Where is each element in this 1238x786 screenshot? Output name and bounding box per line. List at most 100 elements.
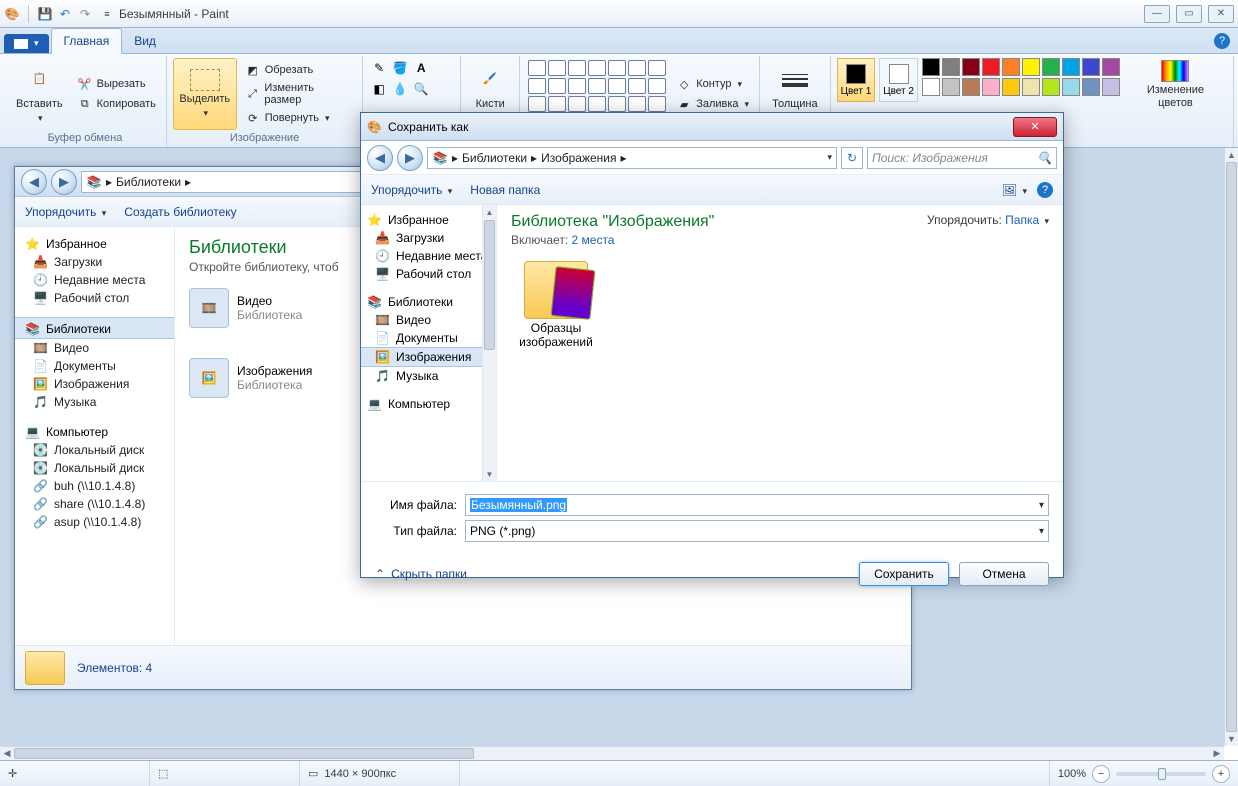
- help-icon[interactable]: ?: [1037, 182, 1053, 198]
- color-swatch[interactable]: [1042, 58, 1060, 76]
- pencil-icon[interactable]: ✎: [371, 60, 387, 76]
- color-swatch[interactable]: [922, 58, 940, 76]
- nav-computer[interactable]: 💻Компьютер: [361, 393, 496, 413]
- search-input[interactable]: Поиск: Изображения 🔍: [867, 147, 1057, 169]
- close-button[interactable]: ✕: [1208, 5, 1234, 23]
- nav-item[interactable]: 🕘Недавние места: [361, 247, 496, 265]
- edit-colors-button[interactable]: Изменение цветов: [1124, 58, 1227, 112]
- help-icon[interactable]: ?: [1214, 33, 1230, 49]
- picker-icon[interactable]: 💧: [392, 81, 408, 97]
- tab-view[interactable]: Вид: [122, 29, 168, 53]
- color-swatch[interactable]: [1002, 58, 1020, 76]
- nav-favorites[interactable]: ⭐Избранное: [15, 233, 174, 253]
- zoom-slider[interactable]: [1116, 772, 1206, 776]
- nav-back-button[interactable]: ◀: [21, 169, 47, 195]
- chevron-down-icon[interactable]: ▾: [1039, 500, 1044, 511]
- nav-item[interactable]: 🎞️Видео: [361, 311, 496, 329]
- color-swatch[interactable]: [1002, 78, 1020, 96]
- scroll-up-icon[interactable]: ▲: [1225, 148, 1238, 162]
- folder-item[interactable]: Образцы изображений: [511, 261, 601, 349]
- scroll-down-icon[interactable]: ▼: [1225, 732, 1238, 746]
- nav-forward-button[interactable]: ▶: [51, 169, 77, 195]
- nav-computer[interactable]: 💻Компьютер: [15, 421, 174, 441]
- fill-icon[interactable]: 🪣: [392, 60, 408, 76]
- cut-button[interactable]: ✂️Вырезать: [73, 75, 160, 93]
- color-swatch[interactable]: [982, 58, 1000, 76]
- copy-button[interactable]: ⧉Копировать: [73, 95, 160, 113]
- zoom-thumb[interactable]: [1158, 768, 1166, 780]
- dialog-breadcrumb[interactable]: 📚 ▸ Библиотеки ▸ Изображения ▸ ▾: [427, 147, 837, 169]
- color-swatch[interactable]: [1022, 78, 1040, 96]
- color1-button[interactable]: Цвет 1: [837, 58, 876, 102]
- qat-dropdown-icon[interactable]: ≡: [99, 6, 115, 22]
- nav-libraries[interactable]: 📚Библиотеки: [15, 317, 174, 339]
- file-tab[interactable]: ▾: [4, 34, 49, 53]
- nav-item[interactable]: 💽Локальный диск: [15, 459, 174, 477]
- includes-link[interactable]: 2 места: [572, 233, 615, 247]
- horizontal-scrollbar[interactable]: ◀ ▶: [0, 746, 1224, 760]
- tab-main[interactable]: Главная: [51, 28, 123, 54]
- sort-control[interactable]: Упорядочить: Папка ▾: [927, 213, 1049, 227]
- dialog-close-button[interactable]: ✕: [1013, 117, 1057, 137]
- cancel-button[interactable]: Отмена: [959, 562, 1049, 586]
- undo-icon[interactable]: ↶: [57, 6, 73, 22]
- nav-item[interactable]: 🎵Музыка: [15, 393, 174, 411]
- text-icon[interactable]: A: [413, 60, 429, 76]
- nav-item[interactable]: 📄Документы: [361, 329, 496, 347]
- color-swatch[interactable]: [962, 78, 980, 96]
- nav-item[interactable]: 🎵Музыка: [361, 367, 496, 385]
- chevron-down-icon[interactable]: ▾: [1039, 526, 1044, 537]
- scroll-left-icon[interactable]: ◀: [0, 747, 14, 760]
- color-swatch[interactable]: [942, 58, 960, 76]
- fill-shape-button[interactable]: ▰Заливка▾: [672, 95, 753, 113]
- color-swatch[interactable]: [1062, 58, 1080, 76]
- scroll-down-icon[interactable]: ▼: [483, 467, 496, 481]
- rotate-button[interactable]: ⟳Повернуть▾: [241, 109, 357, 127]
- redo-icon[interactable]: ↷: [77, 6, 93, 22]
- outline-button[interactable]: ◇Контур▾: [672, 75, 753, 93]
- zoom-out-button[interactable]: −: [1092, 765, 1110, 783]
- color-swatch[interactable]: [1062, 78, 1080, 96]
- color-swatch[interactable]: [1082, 58, 1100, 76]
- nav-item[interactable]: 🕘Недавние места: [15, 271, 174, 289]
- nav-item[interactable]: 💽Локальный диск: [15, 441, 174, 459]
- save-button[interactable]: Сохранить: [859, 562, 949, 586]
- color-swatch[interactable]: [1082, 78, 1100, 96]
- eraser-icon[interactable]: ◧: [371, 81, 387, 97]
- color-swatch[interactable]: [982, 78, 1000, 96]
- vertical-scrollbar[interactable]: ▲ ▼: [1224, 148, 1238, 746]
- color-swatch[interactable]: [1022, 58, 1040, 76]
- refresh-button[interactable]: ↻: [841, 147, 863, 169]
- new-folder-button[interactable]: Новая папка: [470, 183, 540, 197]
- nav-item[interactable]: 🔗asup (\\10.1.4.8): [15, 513, 174, 531]
- color-swatch[interactable]: [1102, 78, 1120, 96]
- nav-item[interactable]: 🖼️Изображения: [15, 375, 174, 393]
- nav-item[interactable]: 📥Загрузки: [15, 253, 174, 271]
- color-swatch[interactable]: [922, 78, 940, 96]
- organize-menu[interactable]: Упорядочить ▾: [25, 205, 106, 219]
- color-swatch[interactable]: [962, 58, 980, 76]
- zoom-in-button[interactable]: +: [1212, 765, 1230, 783]
- filename-input[interactable]: Безымянный.png ▾: [465, 494, 1049, 516]
- scroll-thumb[interactable]: [484, 220, 495, 350]
- color-swatch[interactable]: [1042, 78, 1060, 96]
- nav-libraries[interactable]: 📚Библиотеки: [361, 291, 496, 311]
- view-menu[interactable]: 🖼 ▾: [1002, 183, 1027, 197]
- color-swatch[interactable]: [942, 78, 960, 96]
- minimize-button[interactable]: —: [1144, 5, 1170, 23]
- resize-button[interactable]: ⤢Изменить размер: [241, 81, 357, 107]
- save-icon[interactable]: 💾: [37, 6, 53, 22]
- nav-item[interactable]: 🎞️Видео: [15, 339, 174, 357]
- nav-item[interactable]: 📥Загрузки: [361, 229, 496, 247]
- nav-item[interactable]: 📄Документы: [15, 357, 174, 375]
- organize-menu[interactable]: Упорядочить ▾: [371, 183, 452, 197]
- color2-button[interactable]: Цвет 2: [879, 58, 918, 102]
- scroll-up-icon[interactable]: ▲: [483, 205, 496, 219]
- paste-button[interactable]: 📋 Вставить ▾: [10, 58, 69, 130]
- scroll-thumb[interactable]: [1226, 162, 1237, 732]
- nav-scrollbar[interactable]: ▲ ▼: [482, 205, 496, 481]
- nav-item[interactable]: 🖥️Рабочий стол: [15, 289, 174, 307]
- maximize-button[interactable]: ▭: [1176, 5, 1202, 23]
- color-swatch[interactable]: [1102, 58, 1120, 76]
- scroll-right-icon[interactable]: ▶: [1210, 747, 1224, 760]
